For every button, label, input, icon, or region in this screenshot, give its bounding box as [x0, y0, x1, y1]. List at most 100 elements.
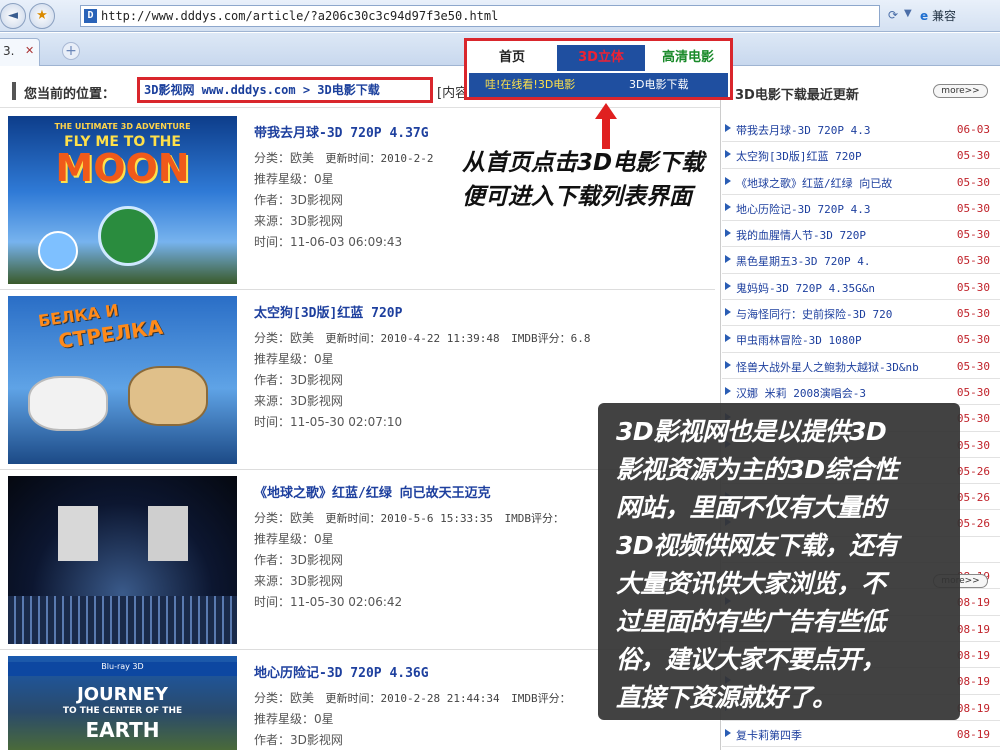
sidebar-item-date: 05-30 — [956, 228, 990, 242]
breadcrumb-marker — [12, 82, 16, 100]
sidebar-item-title[interactable]: 地心历险记-3D 720P 4.3 — [736, 201, 941, 217]
article-rating: 推荐星级：0星 — [254, 352, 334, 366]
annotation-arrow-icon — [595, 103, 617, 149]
sidebar-item-title[interactable]: 太空狗[3D版]红蓝 720P — [736, 148, 941, 164]
sidebar-item-title[interactable]: 复卡莉第四季 — [736, 727, 941, 743]
breadcrumb-path-highlight[interactable]: 3D影视网 www.dddys.com > 3D电影下载 — [137, 77, 433, 103]
annotation-caption-line: 从首页点击3D电影下载 — [462, 150, 705, 176]
sidebar-item[interactable]: 复卡莉第四季 08-19 — [722, 721, 1000, 748]
article-category: 分类：欧美 — [254, 331, 315, 345]
breadcrumb-path[interactable]: 3D影视网 www.dddys.com > 3D电影下载 — [144, 83, 380, 97]
sidebar-item[interactable]: 鬼妈妈-3D 720P 4.35G&n 05-30 — [722, 274, 1000, 301]
article-updated: 更新时间：2010-4-22 11:39:48 — [325, 332, 500, 345]
article-category: 分类：欧美 — [254, 691, 315, 705]
url-input[interactable]: D http://www.dddys.com/article/?a206c30c… — [80, 5, 880, 27]
poster-tagline: THE ULTIMATE 3D ADVENTURE — [54, 122, 191, 131]
dropdown-icon[interactable]: ▼ — [904, 8, 912, 19]
bullet-triangle-icon — [725, 360, 731, 369]
sidebar-item[interactable]: 甲虫雨林冒险-3D 1080P 05-30 — [722, 326, 1000, 353]
sidebar-item[interactable]: 我的血腥情人节-3D 720P 05-30 — [722, 221, 1000, 248]
poster-subtitle: TO THE CENTER OF THE — [62, 706, 183, 716]
article-imdb: IMDB评分： — [504, 512, 565, 525]
callout-line: 俗，建议大家不要点开， — [616, 645, 886, 674]
bullet-triangle-icon — [725, 728, 731, 737]
poster-crowd — [8, 596, 237, 644]
compat-label: 兼容 — [931, 9, 956, 23]
poster-figure — [38, 231, 78, 271]
sidebar-item-date: 05-30 — [956, 254, 990, 268]
sidebar-item[interactable]: 怪兽大战外星人之鲍勃大越狱-3D&nb 05-30 — [722, 353, 1000, 379]
site-nav-highlight: 首页 3D立体 高清电影 哇!在线看!3D电影 3D电影下载 — [464, 38, 733, 100]
sidebar-item-date: 08-19 — [956, 596, 990, 610]
sidebar-item-date: 08-19 — [956, 727, 990, 741]
sidebar-item-date: 05-30 — [956, 412, 990, 426]
callout-line: 3D视频供网友下载，还有 — [616, 531, 899, 560]
movie-poster[interactable]: Blu-ray 3D JOURNEY TO THE CENTER OF THE … — [8, 656, 237, 750]
sidebar-item-title[interactable]: 黑色星期五3-3D 720P 4. — [736, 253, 941, 269]
sidebar-item[interactable]: 与海怪同行：史前探险-3D 720 05-30 — [722, 300, 1000, 327]
sidebar-item-date: 05-30 — [956, 149, 990, 163]
poster-bluray-banner: Blu-ray 3D — [8, 662, 237, 676]
sidebar-item[interactable]: 太空狗[3D版]红蓝 720P 05-30 — [722, 142, 1000, 169]
sidebar-item-title[interactable]: 鬼妈妈-3D 720P 4.35G&n — [736, 280, 941, 296]
sidebar-item-title[interactable]: 《地球之歌》红蓝/红绿 向已故 — [736, 175, 941, 191]
callout-line: 过里面的有些广告有些低 — [616, 607, 886, 636]
sidebar-item-title[interactable]: 我的血腥情人节-3D 720P — [736, 227, 941, 243]
poster-figure — [98, 206, 158, 266]
sidebar-item-date: 05-26 — [956, 491, 990, 505]
breadcrumb-label: 您当前的位置： — [24, 87, 116, 102]
more-button[interactable]: more>> — [933, 84, 988, 98]
article-updated: 更新时间：2010-2-28 21:44:34 — [325, 692, 500, 705]
sidebar-item-date: 08-19 — [956, 701, 990, 715]
sidebar-item-date: 05-30 — [956, 307, 990, 321]
bullet-triangle-icon — [725, 124, 731, 132]
favorites-star-icon[interactable]: ★ — [29, 3, 55, 29]
poster-title: MOON — [55, 146, 190, 190]
sidebar-item-title[interactable]: 甲虫雨林冒险-3D 1080P — [736, 332, 941, 348]
close-tab-icon[interactable]: ✕ — [25, 39, 34, 63]
nav-submenu: 哇!在线看!3D电影 3D电影下载 — [469, 73, 728, 97]
sidebar-item[interactable]: 《地球之歌》红蓝/红绿 向已故 05-30 — [722, 169, 1000, 195]
sidebar-item[interactable]: 黑色星期五3-3D 720P 4. 05-30 — [722, 247, 1000, 274]
bullet-triangle-icon — [725, 334, 731, 343]
article-updated: 更新时间：2010-5-6 15:33:35 — [325, 512, 494, 525]
callout-line: 3D影视网也是以提供3D — [616, 417, 887, 446]
tab-label: 3. — [3, 44, 15, 58]
poster-title-2: EARTH — [85, 718, 160, 742]
nav-tab-hd-movies[interactable]: 高清电影 — [647, 45, 729, 71]
sidebar-item-date: 08-19 — [956, 648, 990, 662]
sidebar-item-title[interactable]: 带我去月球-3D 720P 4.3 — [736, 122, 941, 138]
callout-line: 大量资讯供大家浏览，不 — [616, 569, 886, 598]
nav-tab-3d[interactable]: 3D立体 — [557, 45, 645, 71]
article-title-link[interactable]: 带我去月球-3D 720P 4.37G — [254, 122, 714, 148]
compat-view-button[interactable]: e 兼容 — [920, 5, 956, 27]
new-tab-icon[interactable]: + — [62, 42, 80, 60]
ie-icon: e — [920, 9, 929, 23]
article-category: 分类：欧美 — [254, 511, 315, 525]
bullet-triangle-icon — [725, 386, 731, 395]
browser-tab[interactable]: 3. ✕ — [0, 38, 40, 66]
sidebar-item-date: 05-30 — [956, 359, 990, 373]
article-imdb: IMDB评分：6.8 — [511, 332, 591, 345]
sidebar-item-date: 05-30 — [956, 385, 990, 399]
movie-poster[interactable]: БЕЛКА И СТРЕЛКА — [8, 296, 237, 464]
back-icon[interactable]: ◄ — [0, 3, 26, 29]
annotation-caption: 从首页点击3D电影下载 便可进入下载列表界面 — [462, 146, 704, 214]
nav-sub-online[interactable]: 哇!在线看!3D电影 — [485, 73, 575, 97]
movie-poster[interactable]: THE ULTIMATE 3D ADVENTURE FLY ME TO THE … — [8, 116, 237, 284]
sidebar-item-title[interactable]: 与海怪同行：史前探险-3D 720 — [736, 306, 941, 322]
nav-sub-download[interactable]: 3D电影下载 — [629, 73, 688, 97]
poster-figure — [58, 506, 98, 561]
nav-tab-home[interactable]: 首页 — [469, 45, 555, 71]
refresh-icon[interactable]: ⟳ — [888, 8, 898, 22]
movie-poster[interactable] — [8, 476, 237, 644]
sidebar-item-title[interactable]: 怪兽大战外星人之鲍勃大越狱-3D&nb — [736, 359, 941, 375]
article-title-link[interactable]: 太空狗[3D版]红蓝 720P — [254, 302, 714, 328]
sidebar-item-date: 05-26 — [956, 464, 990, 478]
sidebar-item[interactable]: 汉娜 米莉 2008演唱会-3 05-30 — [722, 379, 1000, 406]
sidebar-item[interactable]: 带我去月球-3D 720P 4.3 06-03 — [722, 116, 1000, 143]
annotation-caption-line: 便可进入下载列表界面 — [462, 184, 692, 210]
sidebar-item-date: 08-19 — [956, 622, 990, 636]
sidebar-item[interactable]: 地心历险记-3D 720P 4.3 05-30 — [722, 195, 1000, 222]
sidebar-item-title[interactable]: 汉娜 米莉 2008演唱会-3 — [736, 385, 941, 401]
